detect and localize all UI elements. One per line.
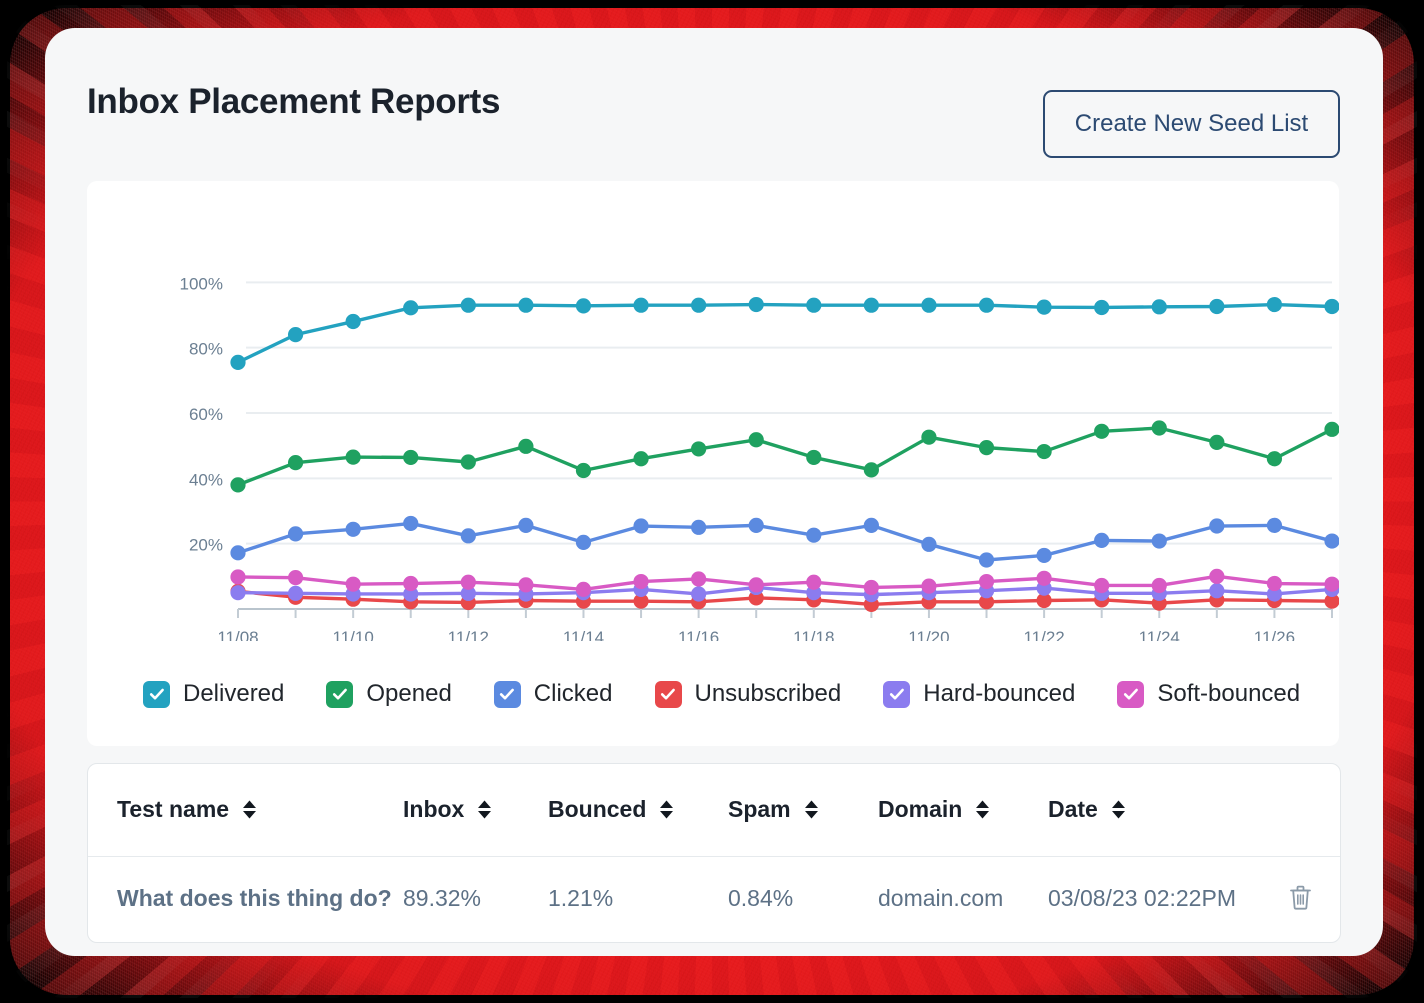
- x-axis-tick-label: 11/10: [333, 628, 374, 641]
- column-header-inner[interactable]: Date: [1048, 796, 1288, 823]
- legend-item-delivered[interactable]: Delivered: [143, 680, 284, 708]
- column-header-inner[interactable]: Bounced: [548, 796, 728, 823]
- legend-item-label: Clicked: [534, 680, 613, 708]
- legend-item-label: Soft-bounced: [1157, 680, 1300, 708]
- table-body: What does this thing do?89.32%1.21%0.84%…: [88, 856, 1340, 941]
- y-axis-tick-label: 100%: [180, 274, 223, 293]
- screenshot-frame: Inbox Placement Reports Create New Seed …: [0, 0, 1424, 1003]
- column-header-domain[interactable]: Domain: [878, 764, 1048, 856]
- column-header-label: Spam: [728, 796, 791, 823]
- legend-item-label: Unsubscribed: [695, 680, 842, 708]
- bounced-cell: 1.21%: [548, 856, 728, 941]
- page-header: Inbox Placement Reports Create New Seed …: [45, 28, 1383, 183]
- column-header-inner[interactable]: Test name: [117, 796, 403, 823]
- column-header-date[interactable]: Date: [1048, 764, 1288, 856]
- column-header-label: Test name: [117, 796, 229, 823]
- row-actions-cell: [1288, 856, 1340, 941]
- sort-icon[interactable]: [659, 800, 674, 819]
- legend-item-opened[interactable]: Opened: [326, 680, 451, 708]
- column-header-label: Inbox: [403, 796, 464, 823]
- x-axis-tick-label: 11/24: [1139, 628, 1180, 641]
- x-axis-tick-label: 11/22: [1023, 628, 1064, 641]
- reports-table: Test name Inbox Bounced Spam Domain Date What…: [88, 764, 1340, 941]
- x-axis-tick-label: 11/20: [908, 628, 949, 641]
- legend-item-label: Opened: [366, 680, 451, 708]
- legend-item-label: Delivered: [183, 680, 284, 708]
- column-header-spam[interactable]: Spam: [728, 764, 878, 856]
- app-surface: Inbox Placement Reports Create New Seed …: [45, 28, 1383, 956]
- page-title: Inbox Placement Reports: [87, 82, 500, 122]
- legend-item-clicked[interactable]: Clicked: [494, 680, 613, 708]
- sort-icon[interactable]: [242, 800, 257, 819]
- checkbox-checked-icon[interactable]: [655, 681, 682, 708]
- column-header-bounced[interactable]: Bounced: [548, 764, 728, 856]
- line-chart: 20% 40% 60% 80% 100% 11/08 11/10 11/12 11/14 11/1…: [87, 181, 1339, 641]
- date-cell: 03/08/23 02:22PM: [1048, 856, 1288, 941]
- sort-icon[interactable]: [1111, 800, 1126, 819]
- series-clicked: [230, 516, 1339, 568]
- x-axis-tick-label: 11/16: [678, 628, 719, 641]
- sort-icon[interactable]: [477, 800, 492, 819]
- column-header-label: Date: [1048, 796, 1098, 823]
- series-delivered: [230, 297, 1339, 370]
- table-row[interactable]: What does this thing do?89.32%1.21%0.84%…: [88, 856, 1340, 941]
- legend-item-soft-bounced[interactable]: Soft-bounced: [1117, 680, 1300, 708]
- x-axis-tick-label: 11/08: [217, 628, 258, 641]
- checkbox-checked-icon[interactable]: [494, 681, 521, 708]
- y-axis-tick-label: 60%: [189, 405, 223, 424]
- x-axis-tick-label: 11/18: [793, 628, 834, 641]
- table-head: Test name Inbox Bounced Spam Domain Date: [88, 764, 1340, 856]
- y-axis-tick-label: 20%: [189, 536, 223, 555]
- series-unsubscribed: [230, 584, 1339, 612]
- reports-table-card: Test name Inbox Bounced Spam Domain Date What…: [87, 763, 1341, 943]
- y-axis-tick-label: 40%: [189, 470, 223, 489]
- delete-row-button[interactable]: [1288, 884, 1313, 914]
- column-header-label: Domain: [878, 796, 962, 823]
- chart-legend: Delivered Opened Clicked Unsubscribed Hard-b…: [143, 680, 1342, 708]
- trash-icon[interactable]: [1288, 884, 1313, 911]
- spam-cell: 0.84%: [728, 856, 878, 941]
- create-new-seed-list-button[interactable]: Create New Seed List: [1043, 90, 1340, 158]
- domain-cell: domain.com: [878, 856, 1048, 941]
- column-header-label: Bounced: [548, 796, 646, 823]
- test-name-cell[interactable]: What does this thing do?: [88, 856, 403, 941]
- checkbox-checked-icon[interactable]: [883, 681, 910, 708]
- column-header-inner[interactable]: Inbox: [403, 796, 548, 823]
- y-axis-tick-label: 80%: [189, 340, 223, 359]
- table-header-row: Test name Inbox Bounced Spam Domain Date: [88, 764, 1340, 856]
- column-header-test-name[interactable]: Test name: [88, 764, 403, 856]
- legend-item-unsubscribed[interactable]: Unsubscribed: [655, 680, 842, 708]
- sort-icon[interactable]: [804, 800, 819, 819]
- column-header-actions: [1288, 764, 1340, 856]
- x-axis-tick-label: 11/14: [563, 628, 604, 641]
- series-opened: [230, 420, 1339, 492]
- legend-item-hard-bounced[interactable]: Hard-bounced: [883, 680, 1075, 708]
- checkbox-checked-icon[interactable]: [326, 681, 353, 708]
- chart-card: 20% 40% 60% 80% 100% 11/08 11/10 11/12 11/14 11/1…: [87, 181, 1339, 746]
- x-axis-tick-label: 11/12: [448, 628, 489, 641]
- checkbox-checked-icon[interactable]: [143, 681, 170, 708]
- chart-svg: 20% 40% 60% 80% 100% 11/08 11/10 11/12 11/14 11/1…: [87, 181, 1339, 641]
- column-header-inner[interactable]: Domain: [878, 796, 1048, 823]
- column-header-inbox[interactable]: Inbox: [403, 764, 548, 856]
- legend-item-label: Hard-bounced: [923, 680, 1075, 708]
- checkbox-checked-icon[interactable]: [1117, 681, 1144, 708]
- inbox-cell: 89.32%: [403, 856, 548, 941]
- x-axis-tick-label: 11/26: [1254, 628, 1295, 641]
- sort-icon[interactable]: [975, 800, 990, 819]
- column-header-inner[interactable]: Spam: [728, 796, 878, 823]
